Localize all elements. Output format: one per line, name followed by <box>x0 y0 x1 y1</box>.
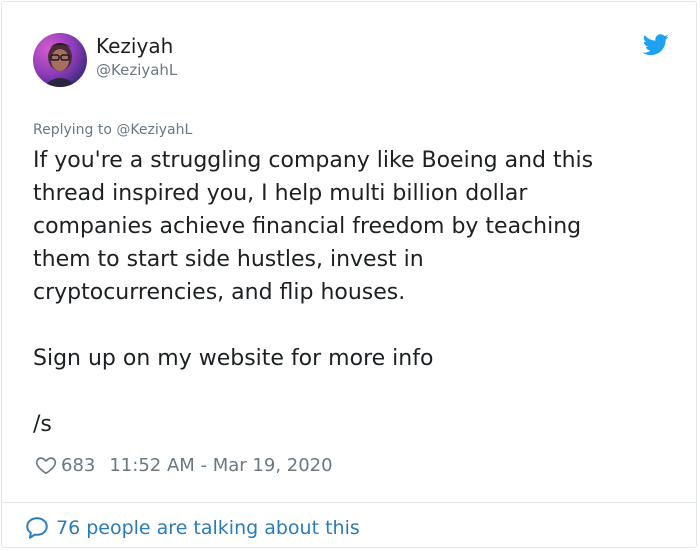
conversation-link[interactable]: 76 people are talking about this <box>24 514 360 542</box>
tweet-line: If you're a struggling company like Boei… <box>33 148 594 173</box>
replying-prefix: Replying to <box>33 122 112 138</box>
tweet-line: cryptocurrencies, and flip houses. <box>33 280 406 305</box>
author-handle[interactable]: @KeziyahL <box>96 60 177 80</box>
tweet-meta: 683 11:52 AM - Mar 19, 2020 <box>35 452 333 478</box>
tweet-timestamp[interactable]: 11:52 AM - Mar 19, 2020 <box>109 455 332 476</box>
tweet-paragraph: Sign up on my website for more info <box>33 346 434 371</box>
reply-mention-link[interactable]: @KeziyahL <box>116 122 192 138</box>
tweet-line: them to start side hustles, invest in <box>33 247 424 272</box>
like-count[interactable]: 683 <box>61 455 95 476</box>
tweet-text: If you're a struggling company like Boei… <box>33 144 673 441</box>
tweet-line: thread inspired you, I help multi billio… <box>33 181 528 206</box>
heart-outline-icon[interactable] <box>35 454 57 476</box>
divider <box>2 502 696 503</box>
author-display-name[interactable]: Keziyah <box>96 34 173 58</box>
tweet-line: companies achieve financial freedom by t… <box>33 214 582 239</box>
twitter-bird-icon[interactable] <box>642 34 669 56</box>
avatar[interactable] <box>33 33 87 87</box>
conversation-text: 76 people are talking about this <box>56 517 360 539</box>
avatar-image <box>33 33 87 87</box>
tweet-card: Keziyah @KeziyahL Replying to @KeziyahL … <box>1 1 697 548</box>
tweet-paragraph: /s <box>33 412 52 437</box>
speech-bubble-icon <box>24 515 50 541</box>
replying-to: Replying to @KeziyahL <box>33 121 192 139</box>
